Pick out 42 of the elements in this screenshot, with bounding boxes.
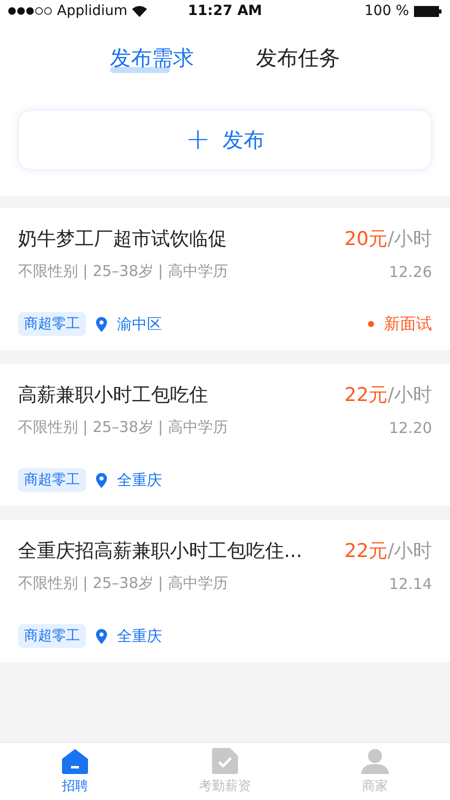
job-price: 20元: [344, 228, 388, 250]
category-tag: 商超零工: [18, 468, 86, 492]
publish-button[interactable]: + 发布: [18, 110, 432, 170]
status-dot: [368, 321, 374, 327]
home-icon: [61, 748, 89, 774]
location-pin-icon: [96, 628, 107, 644]
tab[interactable]: 发布任务: [256, 42, 340, 74]
wifi-icon: [132, 6, 148, 16]
job-date: 12.20: [389, 418, 432, 436]
job-location: 全重庆: [117, 626, 162, 646]
signal-icon: [8, 7, 52, 15]
job-requirements: 不限性别 | 25–38岁 | 高中学历: [18, 418, 228, 437]
person-icon: [361, 748, 389, 774]
document-icon: [212, 748, 238, 774]
job-price: 22元: [344, 540, 388, 562]
job-price: 22元: [344, 384, 388, 406]
job-status: 新面试: [384, 314, 432, 334]
category-tag: 商超零工: [18, 312, 86, 336]
job-title: 全重庆招高薪兼职小时工包吃住...: [18, 539, 302, 564]
price-unit: /小时: [388, 384, 432, 406]
job-requirements: 不限性别 | 25–38岁 | 高中学历: [18, 574, 228, 593]
tab[interactable]: 发布需求: [110, 42, 194, 74]
job-title: 高薪兼职小时工包吃住: [18, 383, 208, 408]
job-card[interactable]: 全重庆招高薪兼职小时工包吃住... 22元/小时 不限性别 | 25–38岁 | 高中学历 12.14 商超零工 全重庆: [0, 520, 450, 662]
job-requirements: 不限性别 | 25–38岁 | 高中学历: [18, 262, 228, 281]
price-unit: /小时: [388, 228, 432, 250]
job-title: 奶牛梦工厂超市试饮临促: [18, 227, 227, 252]
job-date: 12.26: [389, 262, 432, 280]
job-card[interactable]: 高薪兼职小时工包吃住 22元/小时 不限性别 | 25–38岁 | 高中学历 12.20 商超零工 全重庆: [0, 364, 450, 506]
battery-icon: [414, 6, 442, 16]
job-location: 全重庆: [117, 470, 162, 490]
job-card[interactable]: 奶牛梦工厂超市试饮临促 20元/小时 不限性别 | 25–38岁 | 高中学历 12.26 商超零工 渝中区 新面试: [0, 208, 450, 350]
category-tag: 商超零工: [18, 624, 86, 648]
job-date: 12.14: [389, 574, 432, 592]
price-unit: /小时: [388, 540, 432, 562]
location-pin-icon: [96, 316, 107, 332]
clock-time: 11:27 AM: [188, 3, 262, 19]
job-location: 渝中区: [117, 314, 162, 334]
battery-percent: 100 %: [364, 3, 409, 19]
carrier-name: Applidium: [57, 3, 128, 19]
location-pin-icon: [96, 472, 107, 488]
nav-tab[interactable]: 招聘: [0, 743, 150, 800]
